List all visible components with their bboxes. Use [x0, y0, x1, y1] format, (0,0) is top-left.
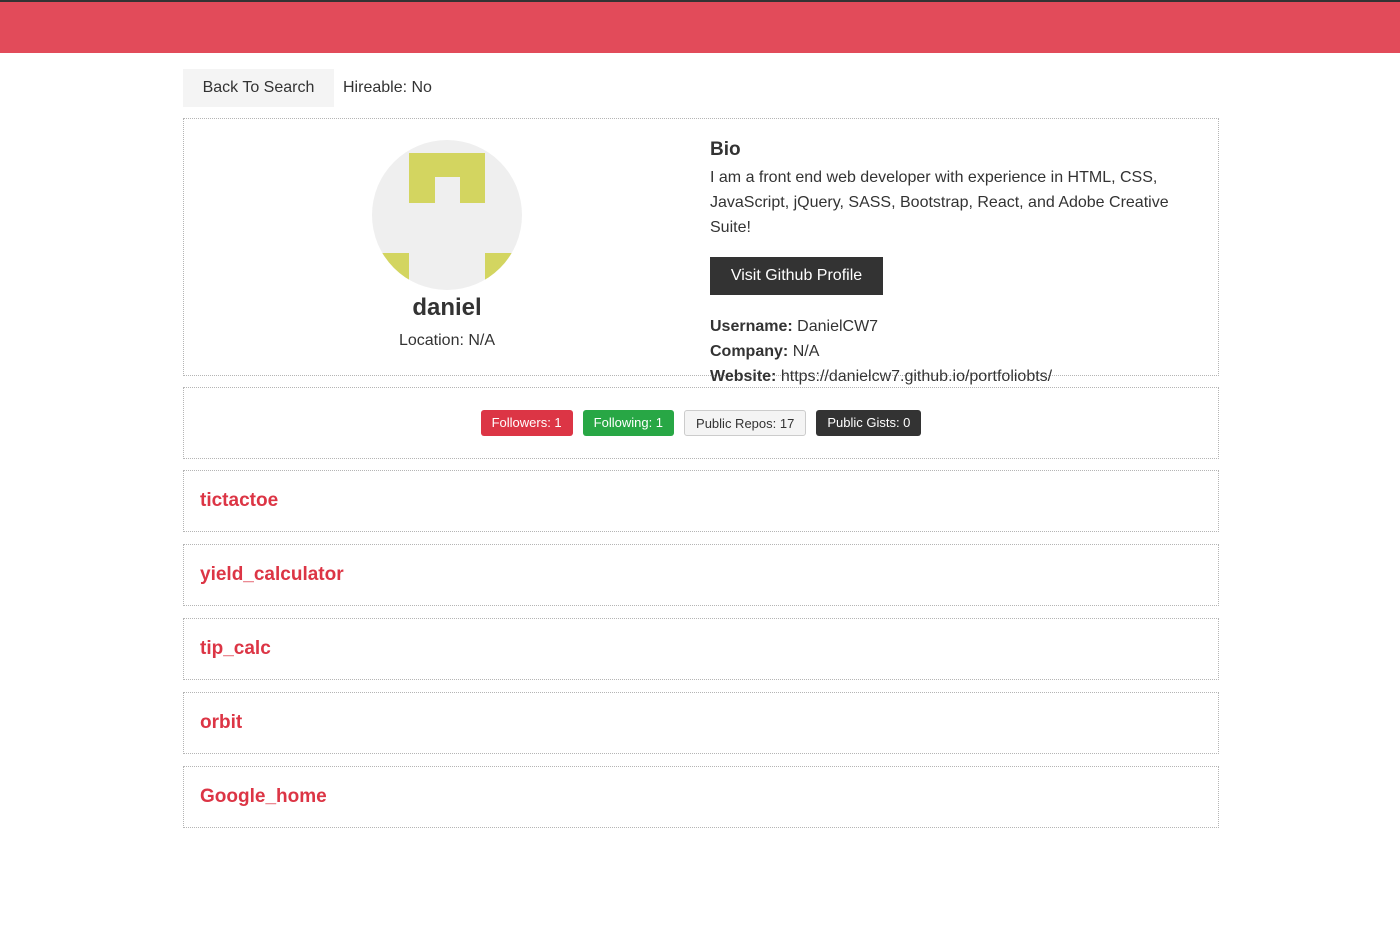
company-row: Company: N/A: [710, 339, 1210, 364]
repo-item: tictactoe: [183, 470, 1219, 532]
repo-item: yield_calculator: [183, 544, 1219, 606]
toolbar: Back To Search Hireable: No: [183, 69, 1219, 107]
identicon-avatar: [372, 140, 522, 290]
repo-link[interactable]: orbit: [200, 712, 242, 734]
repo-item: Google_home: [183, 766, 1219, 828]
repo-link[interactable]: yield_calculator: [200, 564, 344, 586]
profile-info-list: Username: DanielCW7 Company: N/A Website…: [710, 314, 1210, 389]
company-label: Company:: [710, 343, 789, 360]
website-row: Website: https://danielcw7.github.io/por…: [710, 364, 1210, 389]
user-name: daniel: [412, 294, 482, 321]
repo-item: tip_calc: [183, 618, 1219, 680]
stats-card: Followers: 1 Following: 1 Public Repos: …: [183, 387, 1219, 459]
username-row: Username: DanielCW7: [710, 314, 1210, 339]
bio-text: I am a front end web developer with expe…: [710, 169, 1169, 236]
hireable-status: Hireable: No: [343, 79, 432, 96]
repo-link[interactable]: tictactoe: [200, 490, 278, 512]
repo-link[interactable]: tip_calc: [200, 638, 271, 660]
profile-details: Bio I am a front end web developer with …: [710, 139, 1210, 389]
main-container: Back To Search Hireable: No daniel Locat…: [183, 69, 1219, 828]
profile-card: daniel Location: N/A Bio I am a front en…: [183, 118, 1219, 385]
username-label: Username:: [710, 318, 793, 335]
website-label: Website:: [710, 368, 777, 385]
website-value: https://danielcw7.github.io/portfoliobts…: [780, 368, 1053, 385]
back-to-search-button[interactable]: Back To Search: [183, 69, 334, 107]
public-gists-badge: Public Gists: 0: [816, 410, 922, 436]
username-value: DanielCW7: [797, 318, 879, 335]
following-badge: Following: 1: [582, 410, 675, 436]
top-navbar: [0, 0, 1400, 53]
public-repos-badge: Public Repos: 17: [684, 410, 807, 436]
user-location: Location: N/A: [398, 332, 496, 349]
visit-github-profile-button[interactable]: Visit Github Profile: [710, 257, 883, 295]
bio-heading: Bio: [710, 139, 741, 160]
repo-item: orbit: [183, 692, 1219, 754]
followers-badge: Followers: 1: [480, 410, 573, 436]
repo-link[interactable]: Google_home: [200, 786, 327, 808]
profile-summary: daniel Location: N/A: [184, 119, 710, 375]
company-value: N/A: [792, 343, 820, 360]
